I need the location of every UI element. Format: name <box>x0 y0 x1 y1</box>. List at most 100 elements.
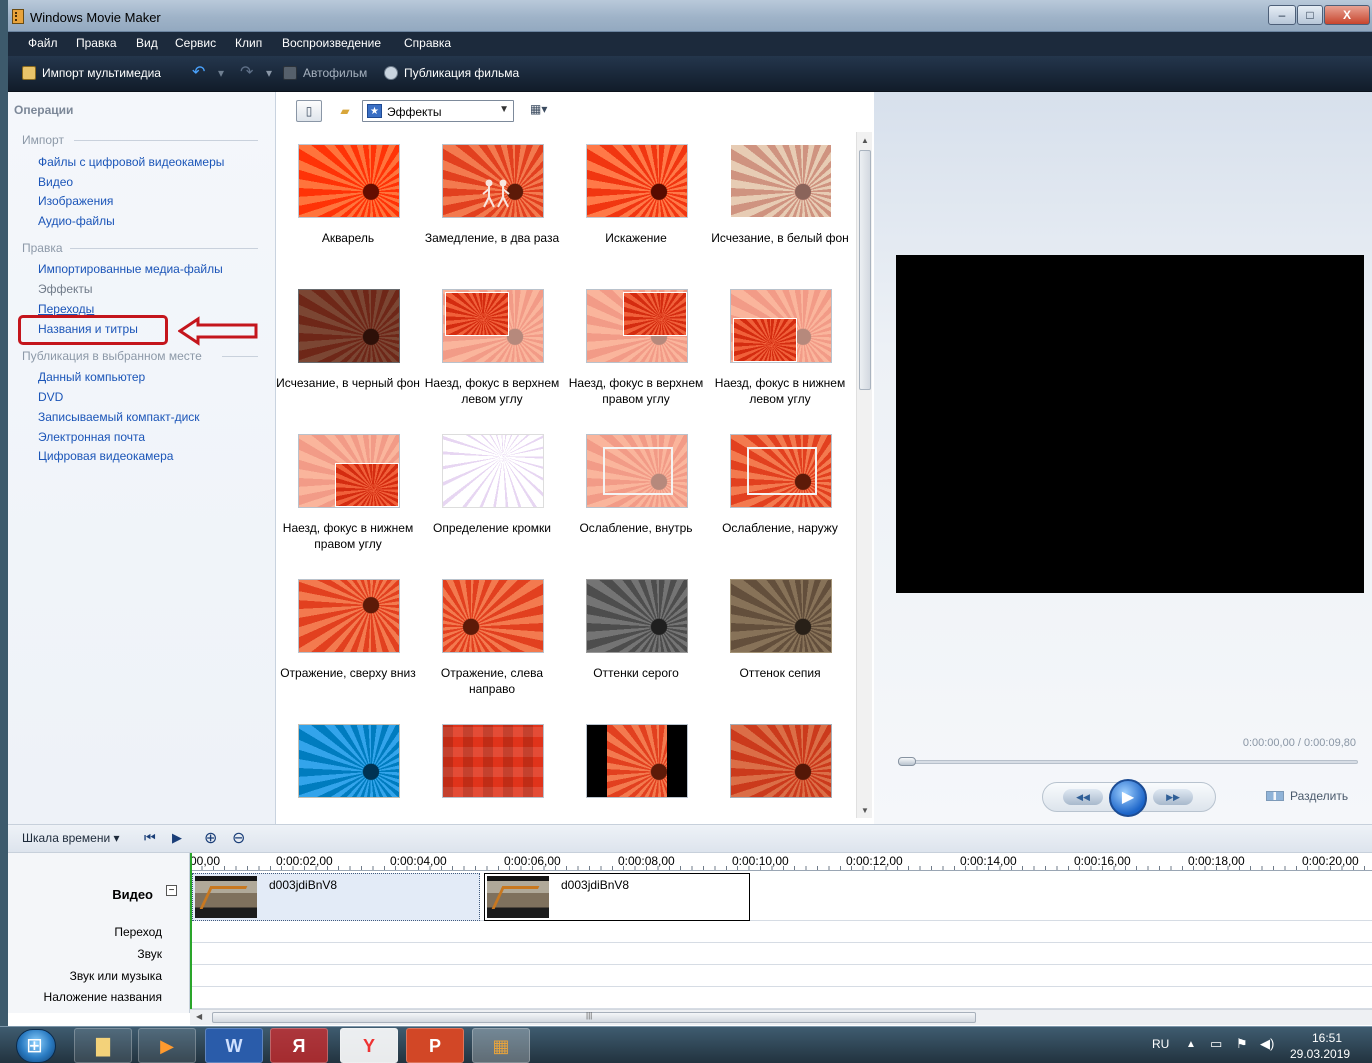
effect-tile[interactable]: Замедление, в два раза <box>420 132 564 277</box>
seek-bar[interactable] <box>900 760 1358 764</box>
collections-folder-icon[interactable]: ▰ <box>332 100 358 122</box>
start-button[interactable] <box>16 1029 56 1063</box>
collection-scrollbar[interactable]: ▲ ▼ <box>856 132 872 818</box>
effect-tile[interactable] <box>708 712 852 818</box>
action-center-flag-icon[interactable]: ⚑ <box>1236 1036 1248 1052</box>
task-effects[interactable]: Эффекты <box>38 282 93 296</box>
menu-clip[interactable]: Клип <box>235 36 262 50</box>
task-publish-camera[interactable]: Цифровая видеокамера <box>38 449 173 463</box>
audio-track[interactable] <box>190 943 1372 965</box>
effect-tile[interactable]: Искажение <box>564 132 708 277</box>
network-icon[interactable]: ▭ <box>1210 1036 1222 1052</box>
task-publish-dvd[interactable]: DVD <box>38 390 63 404</box>
effect-tile[interactable]: Отражение, сверху вниз <box>276 567 420 712</box>
seek-handle[interactable] <box>898 757 916 766</box>
menu-edit[interactable]: Правка <box>76 36 117 50</box>
effect-tile[interactable]: Оттенки серого <box>564 567 708 712</box>
redo-dropdown-icon[interactable]: ▾ <box>266 66 272 80</box>
effect-tile[interactable]: Наезд, фокус в нижнем левом углу <box>708 277 852 422</box>
effect-tile[interactable]: Ослабление, наружу <box>708 422 852 567</box>
previous-frame-icon[interactable]: ◀◀ <box>1063 789 1103 805</box>
show-tasks-toggle-icon[interactable]: ▯ <box>296 100 322 122</box>
scroll-up-icon[interactable]: ▲ <box>861 136 869 145</box>
taskbar-media-player-icon[interactable]: ▶ <box>138 1028 196 1063</box>
video-clip[interactable]: d003jdiBnV8 <box>192 873 480 921</box>
clock-time[interactable]: 16:51 <box>1298 1031 1356 1045</box>
menu-file[interactable]: Файл <box>28 36 58 50</box>
timeline-view-dropdown[interactable]: Шкала времени ▾ <box>22 831 120 845</box>
task-imported-media[interactable]: Импортированные медиа-файлы <box>38 262 223 276</box>
menu-tools[interactable]: Сервис <box>175 36 216 50</box>
ruler-tick: 0:00:04,00 <box>390 854 447 868</box>
task-import-video[interactable]: Видео <box>38 175 73 189</box>
music-track[interactable] <box>190 965 1372 987</box>
play-timeline-icon[interactable]: ▶ <box>172 830 182 846</box>
zoom-out-icon[interactable]: ⊖ <box>232 828 245 848</box>
effect-tile[interactable]: Наезд, фокус в нижнем правом углу <box>276 422 420 567</box>
menu-help[interactable]: Справка <box>404 36 451 50</box>
maximize-button[interactable]: □ <box>1297 5 1323 25</box>
video-clip[interactable]: d003jdiBnV8 <box>484 873 750 921</box>
undo-dropdown-icon[interactable]: ▾ <box>218 66 224 80</box>
clock-date[interactable]: 29.03.2019 <box>1290 1047 1350 1061</box>
playhead[interactable] <box>190 853 192 1013</box>
effect-tile[interactable]: Исчезание, в черный фон <box>276 277 420 422</box>
menu-playback[interactable]: Воспроизведение <box>282 36 381 50</box>
effect-tile[interactable]: Наезд, фокус в верхнем левом углу <box>420 277 564 422</box>
timeline-scroll-thumb[interactable] <box>212 1012 976 1023</box>
taskbar-yandex-browser-icon[interactable]: Y <box>340 1028 398 1063</box>
collapse-video-icon[interactable]: − <box>166 885 177 896</box>
scroll-down-icon[interactable]: ▼ <box>861 806 869 815</box>
taskbar-explorer-icon[interactable]: ▇ <box>74 1028 132 1063</box>
chevron-down-icon: ▾ <box>113 831 120 845</box>
minimize-button[interactable]: – <box>1268 5 1296 25</box>
taskbar-movie-maker-icon[interactable]: ▦ <box>472 1028 530 1063</box>
menu-view[interactable]: Вид <box>136 36 158 50</box>
timeline-ruler[interactable]: 00,00 0:00:02,00 0:00:04,00 0:00:06,00 0… <box>190 853 1372 871</box>
effect-label: Ослабление, внутрь <box>579 521 693 535</box>
close-button[interactable]: X <box>1324 5 1370 25</box>
effect-tile[interactable]: Наезд, фокус в верхнем правом углу <box>564 277 708 422</box>
taskbar-word-icon[interactable]: W <box>205 1028 263 1063</box>
transition-track[interactable] <box>190 921 1372 943</box>
effect-tile[interactable]: Ослабление, внутрь <box>564 422 708 567</box>
play-icon[interactable]: ▶ <box>1109 779 1147 817</box>
task-import-audio[interactable]: Аудио-файлы <box>38 214 115 228</box>
task-import-images[interactable]: Изображения <box>38 194 113 208</box>
autofilm-button[interactable]: Автофильм <box>283 66 367 80</box>
task-import-camera[interactable]: Файлы с цифровой видеокамеры <box>38 155 224 169</box>
task-publish-email[interactable]: Электронная почта <box>38 430 145 444</box>
effect-tile[interactable] <box>276 712 420 818</box>
task-transitions[interactable]: Переходы <box>38 302 94 316</box>
undo-icon[interactable]: ↶ <box>192 62 205 82</box>
show-hidden-icons-icon[interactable]: ▲ <box>1186 1039 1196 1050</box>
effect-tile[interactable]: Акварель <box>276 132 420 277</box>
timeline-scrollbar[interactable]: ◀ ||| <box>190 1009 1372 1025</box>
effect-tile[interactable]: Оттенок сепия <box>708 567 852 712</box>
title-bar[interactable]: Windows Movie Maker – □ X <box>8 0 1372 32</box>
next-frame-icon[interactable]: ▶▶ <box>1153 789 1193 805</box>
volume-icon[interactable]: ◀) <box>1260 1036 1274 1052</box>
effect-tile[interactable]: Исчезание, в белый фон <box>708 132 852 277</box>
effect-tile[interactable] <box>564 712 708 818</box>
scroll-left-icon[interactable]: ◀ <box>196 1012 202 1021</box>
redo-icon[interactable]: ↷ <box>240 62 253 82</box>
publish-movie-button[interactable]: Публикация фильма <box>384 66 519 80</box>
task-publish-cd[interactable]: Записываемый компакт-диск <box>38 410 200 424</box>
collection-dropdown[interactable]: ★ Эффекты ▼ <box>362 100 514 122</box>
title-overlay-track[interactable] <box>190 987 1372 1009</box>
effect-tile[interactable]: Определение кромки <box>420 422 564 567</box>
video-track[interactable]: d003jdiBnV8 d003jdiBnV8 <box>190 871 1372 921</box>
taskbar-powerpoint-icon[interactable]: P <box>406 1028 464 1063</box>
effect-tile[interactable]: Отражение, слева направо <box>420 567 564 712</box>
taskbar-yandex-icon[interactable]: Я <box>270 1028 328 1063</box>
keyboard-language[interactable]: RU <box>1152 1037 1169 1051</box>
views-menu-icon[interactable]: ▦▾ <box>530 102 547 116</box>
split-button[interactable]: Разделить <box>1266 789 1348 803</box>
import-media-button[interactable]: Импорт мультимедиа <box>22 66 161 80</box>
effect-tile[interactable] <box>420 712 564 818</box>
rewind-timeline-icon[interactable]: ⏮ <box>144 830 156 846</box>
collection-scroll-thumb[interactable] <box>859 150 871 390</box>
zoom-in-icon[interactable]: ⊕ <box>204 828 217 848</box>
task-publish-computer[interactable]: Данный компьютер <box>38 370 145 384</box>
